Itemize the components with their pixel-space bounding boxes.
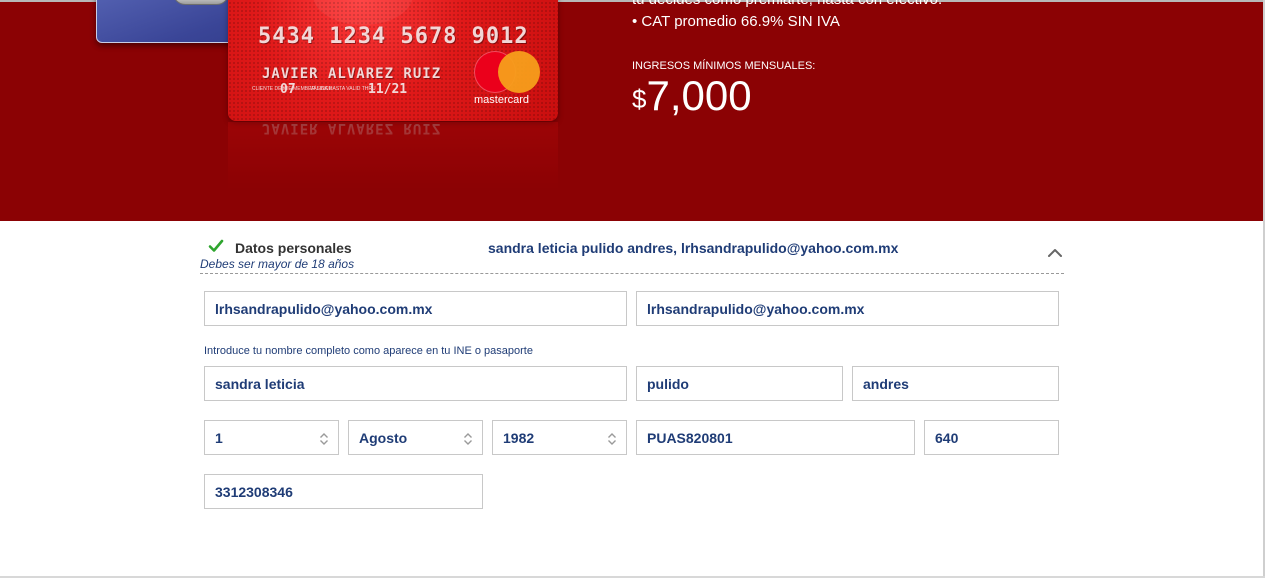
phone-input[interactable]: [205, 475, 482, 508]
email-input[interactable]: [205, 292, 626, 325]
first-name-input[interactable]: [205, 367, 626, 400]
hero-banner: 5434 1234 5678 9012 JAVIER ALVAREZ RUIZ …: [0, 0, 1263, 221]
birth-month-value: Agosto: [359, 430, 408, 446]
birth-day-select[interactable]: 1: [204, 420, 339, 455]
birth-year-value: 1982: [503, 430, 535, 446]
last-name-2-field[interactable]: [852, 366, 1059, 401]
last-name-1-input[interactable]: [637, 367, 842, 400]
first-name-field[interactable]: [204, 366, 627, 401]
mastercard-wordmark: mastercard: [474, 94, 530, 106]
email-field[interactable]: [204, 291, 627, 326]
name-hint: Introduce tu nombre completo como aparec…: [204, 345, 533, 357]
phone-field[interactable]: [204, 474, 483, 509]
mastercard-logo: mastercard: [472, 51, 542, 107]
mastercard-orange-circle: [498, 51, 540, 93]
section-summary: sandra leticia pulido andres, lrhsandrap…: [488, 240, 899, 256]
email-confirm-input[interactable]: [637, 292, 1058, 325]
card-reflection: JAVIER ALVAREZ RUIZ: [228, 122, 558, 192]
page: 5434 1234 5678 9012 JAVIER ALVAREZ RUIZ …: [0, 0, 1265, 578]
card-number: 5434 1234 5678 9012: [258, 24, 529, 49]
income-currency: $: [632, 84, 647, 114]
rfc-field[interactable]: [636, 420, 915, 455]
rfc-input[interactable]: [637, 421, 914, 454]
last-name-2-input[interactable]: [853, 367, 1058, 400]
card-emboss-shape: [313, 0, 413, 25]
card-valid-label: VÁLIDA HASTA VALID THRU: [310, 86, 376, 92]
last-name-1-field[interactable]: [636, 366, 843, 401]
card-valid-value: 11/21: [368, 82, 408, 97]
birth-month-select[interactable]: Agosto: [348, 420, 483, 455]
chevron-up-icon[interactable]: [1047, 246, 1063, 258]
credit-card-image: 5434 1234 5678 9012 JAVIER ALVAREZ RUIZ …: [228, 0, 558, 121]
benefit-partial-text: tú decides como premiarte, hasta con efe…: [632, 0, 942, 8]
section-title: Datos personales: [235, 240, 352, 256]
check-icon: [208, 239, 224, 252]
personal-data-header[interactable]: Datos personales Debes ser mayor de 18 a…: [200, 236, 1064, 274]
reflection-fade: [228, 122, 558, 192]
homoclave-field[interactable]: [924, 420, 1059, 455]
card-since-value: 07: [280, 82, 296, 97]
terminal-device-image: [173, 0, 229, 5]
spinner-arrows-icon: [608, 433, 616, 445]
spinner-arrows-icon: [464, 433, 472, 445]
income-label: INGRESOS MÍNIMOS MENSUALES:: [632, 60, 816, 72]
homoclave-input[interactable]: [925, 421, 1058, 454]
spinner-arrows-icon: [320, 433, 328, 445]
birth-day-value: 1: [215, 430, 223, 446]
section-subtitle: Debes ser mayor de 18 años: [200, 257, 355, 271]
cat-text: • CAT promedio 66.9% SIN IVA: [632, 13, 840, 30]
email-confirm-field[interactable]: [636, 291, 1059, 326]
birth-year-select[interactable]: 1982: [492, 420, 627, 455]
card-holder-name: JAVIER ALVAREZ RUIZ: [262, 66, 442, 82]
income-amount: 7,000: [646, 72, 752, 119]
income-value: $7,000: [632, 72, 752, 120]
